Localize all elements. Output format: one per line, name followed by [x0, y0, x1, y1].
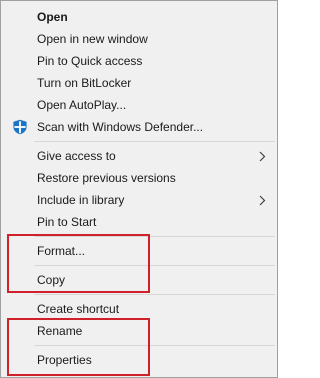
menu-item-label: Open AutoPlay... [37, 98, 127, 112]
menu-item-label: Pin to Quick access [37, 54, 143, 68]
menu-item-label: Scan with Windows Defender... [37, 120, 204, 134]
menu-item-turn-on-bitlocker[interactable]: Turn on BitLocker [1, 72, 277, 94]
menu-item-give-access-to[interactable]: Give access to [1, 145, 277, 167]
menu-item-restore-previous-versions[interactable]: Restore previous versions [1, 167, 277, 189]
windows-defender-shield-icon [12, 119, 28, 135]
menu-separator [34, 141, 275, 142]
menu-item-label: Turn on BitLocker [37, 76, 132, 90]
menu-separator [34, 294, 275, 295]
menu-item-label: Open [37, 10, 68, 24]
menu-item-label: Restore previous versions [37, 171, 176, 185]
menu-item-scan-with-windows-defender[interactable]: Scan with Windows Defender... [1, 116, 277, 138]
menu-item-create-shortcut[interactable]: Create shortcut [1, 298, 277, 320]
menu-item-pin-to-start[interactable]: Pin to Start [1, 211, 277, 233]
highlight-box-rename-properties [7, 318, 150, 376]
menu-item-open-autoplay[interactable]: Open AutoPlay... [1, 94, 277, 116]
menu-item-include-in-library[interactable]: Include in library [1, 189, 277, 211]
highlight-box-format-copy [7, 234, 150, 293]
menu-item-label: Pin to Start [37, 215, 97, 229]
menu-item-label: Open in new window [37, 32, 148, 46]
menu-item-label: Create shortcut [37, 302, 120, 316]
menu-item-pin-to-quick-access[interactable]: Pin to Quick access [1, 50, 277, 72]
menu-item-open-in-new-window[interactable]: Open in new window [1, 28, 277, 50]
menu-item-label: Include in library [37, 193, 125, 207]
menu-item-label: Give access to [37, 149, 116, 163]
chevron-right-icon [259, 145, 269, 167]
chevron-right-icon [259, 189, 269, 211]
menu-item-open[interactable]: Open [1, 6, 277, 28]
